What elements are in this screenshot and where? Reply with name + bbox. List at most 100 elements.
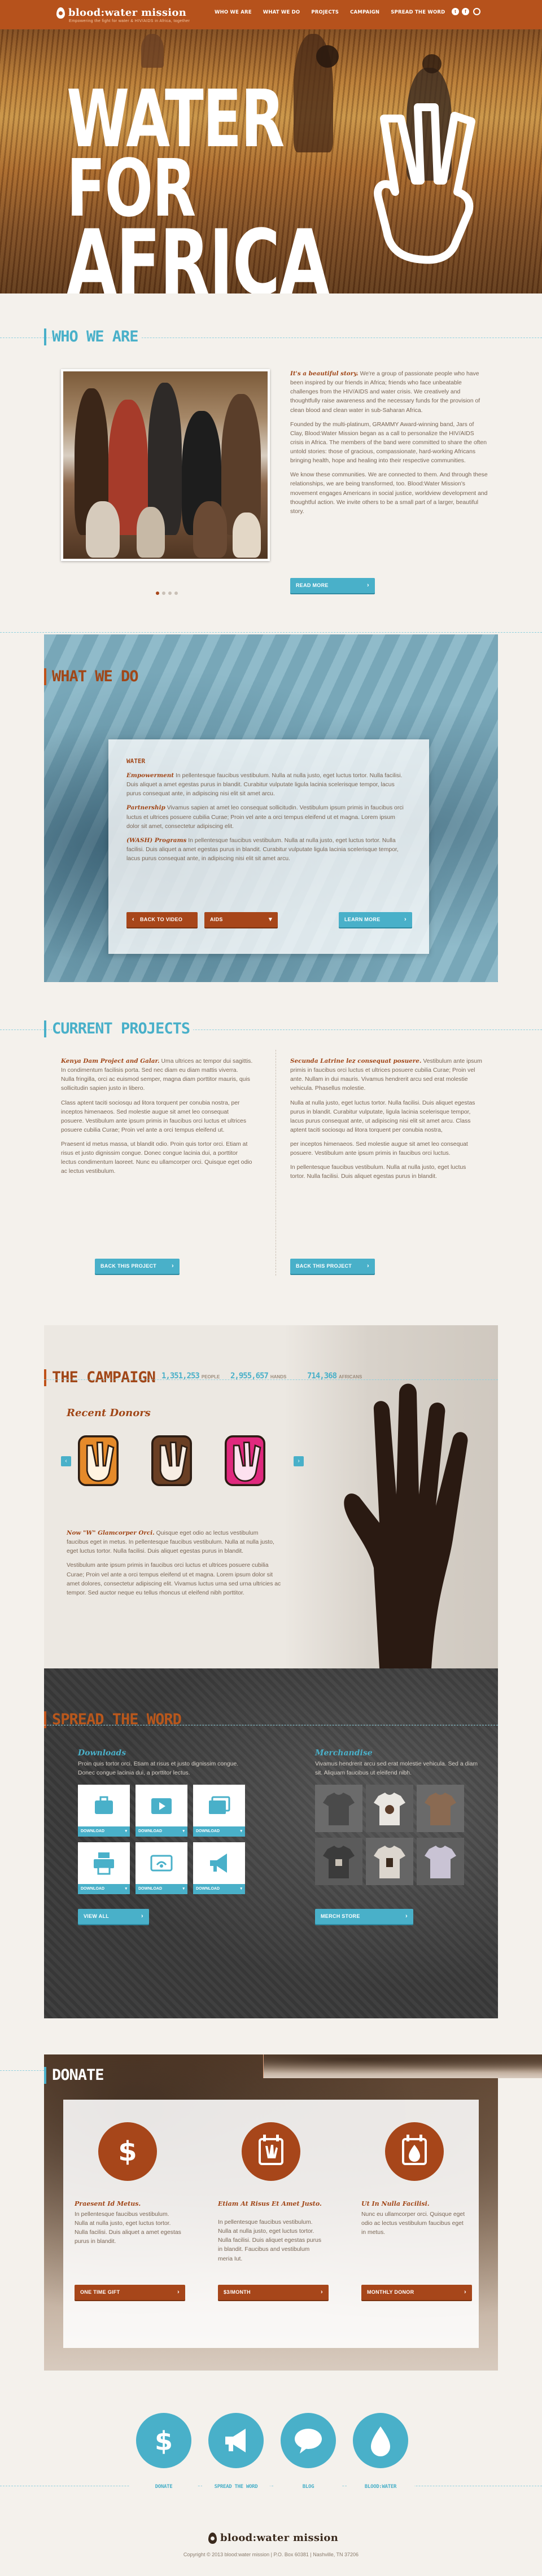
merch-item[interactable] (417, 1838, 464, 1885)
svg-text:$: $ (155, 2426, 173, 2456)
footer-blog-link[interactable] (281, 2413, 336, 2468)
section-divider (44, 1379, 498, 1380)
facebook-icon[interactable]: f (462, 8, 469, 15)
donation-option-title: Etiam At Risus Et Amet Justo. (218, 2200, 322, 2207)
nav-who-we-are[interactable]: WHO WE ARE (209, 0, 257, 24)
arrow-left-icon: ‹ (132, 916, 134, 923)
spread-heading: SPREAD THE WORD (44, 1708, 182, 1732)
downloads-text: Proin quis tortor orci. Etiam at risus e… (78, 1761, 239, 1777)
heading-accent-bar (44, 2066, 46, 2084)
donor-hand-brown[interactable] (151, 1432, 192, 1489)
download-tile-printer[interactable]: DOWNLOAD (78, 1842, 130, 1894)
search-icon[interactable] (473, 8, 480, 15)
blood-drop-logo-icon (208, 2532, 217, 2544)
nav-donate-button[interactable]: DONATE (263, 2054, 542, 2078)
hero-banner: WATER FOR AFRICA (0, 0, 542, 293)
arrow-right-icon: › (172, 1263, 174, 1269)
learn-more-label: LEARN MORE (344, 917, 381, 922)
tshirt-image (374, 1793, 405, 1825)
stat-label: HANDS (270, 1374, 287, 1379)
arrow-right-icon: › (177, 2289, 180, 2295)
carousel-dot[interactable] (168, 592, 172, 595)
what-we-do-card: WATER Empowerment In pellentesque faucib… (108, 739, 429, 954)
merch-item[interactable] (315, 1838, 362, 1885)
download-tile-video[interactable]: DOWNLOAD (136, 1785, 187, 1837)
project-paragraph: In pellentesque faucibus vestibulum. Nul… (290, 1164, 466, 1180)
project-secunda: Secunda Latrine lez consequat posuere. V… (290, 1057, 482, 1182)
stat-label: PEOPLE (201, 1374, 220, 1379)
carousel-prev-button[interactable]: ‹ (61, 1456, 71, 1466)
back-project-label: BACK THIS PROJECT (296, 1263, 352, 1269)
merch-item[interactable] (315, 1785, 362, 1832)
tshirt-image (425, 1793, 456, 1825)
three-dollar-month-button[interactable]: $3/MONTH › (218, 2285, 329, 2300)
nav-projects[interactable]: PROJECTS (305, 0, 344, 24)
item-lead: Empowerment (126, 772, 174, 779)
nav-what-we-do[interactable]: WHAT WE DO (257, 0, 306, 24)
carousel-dot[interactable] (156, 592, 159, 595)
donor-hand-pink[interactable] (225, 1432, 265, 1489)
merch-item[interactable] (366, 1785, 413, 1832)
speech-bubble-icon (295, 2429, 322, 2454)
social-links: t f (452, 8, 480, 15)
read-more-label: READ MORE (296, 582, 329, 588)
donation-option-text: In pellentesque faucibus vestibulum. Nul… (75, 2211, 181, 2245)
arrow-right-icon: › (141, 1913, 143, 1920)
footer-brand-name: blood:water mission (220, 2532, 339, 2544)
nav-campaign[interactable]: CAMPAIGN (344, 0, 385, 24)
donation-option-text: In pellentesque faucibus vestibulum. Nul… (218, 2219, 322, 2262)
learn-more-button[interactable]: LEARN MORE › (339, 912, 412, 927)
one-time-gift-button[interactable]: ONE TIME GIFT › (75, 2285, 185, 2300)
download-tile-broadcast[interactable]: DOWNLOAD (136, 1842, 187, 1894)
arrow-right-icon: › (405, 1913, 408, 1920)
read-more-button[interactable]: READ MORE › (290, 578, 375, 593)
back-this-project-button[interactable]: BACK THIS PROJECT › (95, 1259, 180, 1274)
printer-icon (94, 1852, 114, 1875)
project-paragraph: per inceptos himenaeos. Sed molestie aug… (290, 1141, 468, 1157)
view-all-button[interactable]: VIEW ALL › (78, 1909, 149, 1924)
footer-spread-link[interactable] (208, 2413, 264, 2468)
item-lead: (WASH) Programs (126, 836, 187, 844)
dollar-icon: $ (118, 2136, 137, 2167)
donate-section: DONATE $ Praesent Id Metus. In pellentes… (44, 2054, 498, 2371)
download-tile-briefcase[interactable]: DOWNLOAD (78, 1785, 130, 1837)
donor-hand-orange[interactable] (78, 1432, 119, 1489)
donation-option-three-dollar[interactable] (242, 2122, 300, 2181)
footer-bloodwater-link[interactable] (353, 2413, 408, 2468)
donation-option-one-time[interactable]: $ (98, 2122, 157, 2181)
play-video-icon (151, 1798, 172, 1814)
button-label: MONTHLY DONOR (367, 2289, 414, 2295)
donate-title: DONATE (52, 2066, 104, 2084)
back-to-video-button[interactable]: ‹ BACK TO VIDEO (126, 912, 198, 927)
footer-link-label[interactable]: SPREAD THE WORD (202, 2483, 270, 2491)
merch-item[interactable] (417, 1785, 464, 1832)
photo-carousel-dots (156, 592, 178, 595)
top-navigation-bar: blood:water mission Empowering the fight… (0, 0, 542, 2078)
carousel-dot[interactable] (174, 592, 178, 595)
merch-item[interactable] (366, 1838, 413, 1885)
merch-store-button[interactable]: MERCH STORE › (315, 1909, 413, 1924)
footer-link-label[interactable]: BLOG (274, 2483, 342, 2491)
footer-donate-link[interactable]: $ (136, 2413, 191, 2468)
carousel-dot[interactable] (162, 592, 165, 595)
main-nav: WHO WE ARE WHAT WE DO PROJECTS CAMPAIGN … (209, 0, 542, 2078)
project-paragraph: Class aptent taciti sociosqu ad litora t… (61, 1099, 247, 1133)
download-caption: DOWNLOAD (136, 1826, 187, 1837)
footer-link-label[interactable]: BLOOD:WATER (347, 2483, 414, 2491)
donation-option-monthly[interactable] (385, 2122, 444, 2181)
back-this-project-button[interactable]: BACK THIS PROJECT › (290, 1259, 375, 1274)
calendar-drop-icon (402, 2135, 427, 2165)
topic-select[interactable]: AIDS ▾ (204, 912, 278, 927)
heading-accent-bar (44, 328, 46, 345)
twitter-icon[interactable]: t (452, 8, 459, 15)
download-tile-gallery[interactable]: DOWNLOAD (193, 1785, 245, 1837)
nav-spread-the-word[interactable]: SPREAD THE WORD (385, 0, 451, 24)
download-tile-megaphone[interactable]: DOWNLOAD (193, 1842, 245, 1894)
recent-donors-heading: Recent Donors (67, 1407, 151, 1419)
download-caption: DOWNLOAD (193, 1826, 245, 1837)
monthly-donor-button[interactable]: MONTHLY DONOR › (361, 2285, 472, 2300)
footer-link-label[interactable]: DONATE (130, 2483, 198, 2491)
hero-title-line1: WATER FOR (67, 73, 285, 235)
carousel-next-button[interactable]: › (294, 1456, 304, 1466)
footer-logo[interactable]: blood:water mission (208, 2530, 338, 2546)
